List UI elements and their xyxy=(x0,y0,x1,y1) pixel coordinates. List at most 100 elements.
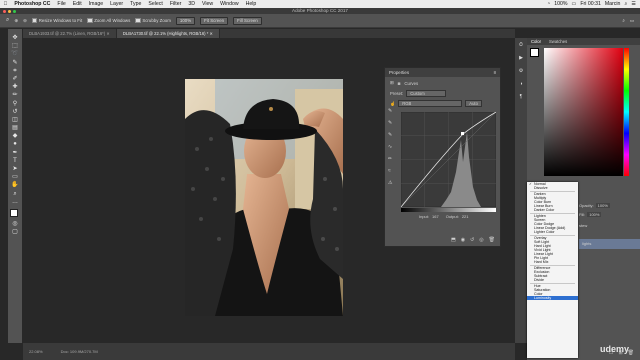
marquee-tool-icon[interactable]: ⬚ xyxy=(11,43,19,49)
sample-gray-icon[interactable]: ✎ xyxy=(388,120,392,126)
quick-mask-icon[interactable]: ◎ xyxy=(11,221,19,227)
hue-slider[interactable] xyxy=(624,48,629,176)
zoom-100-button[interactable]: 100% xyxy=(175,16,196,25)
blur-tool-icon[interactable]: ◆ xyxy=(11,133,19,139)
clone-stamp-tool-icon[interactable]: ⚲ xyxy=(11,101,19,107)
blend-mode-luminosity[interactable]: Luminosity xyxy=(527,296,578,301)
shape-tool-icon[interactable]: ▭ xyxy=(11,174,19,180)
blend-mode-divide[interactable]: Divide xyxy=(527,278,578,282)
tab-document-2[interactable]: DLBA1730.tif @ 22.1% (Highlights, RGB/16… xyxy=(116,29,221,38)
menu-view[interactable]: View xyxy=(198,1,216,7)
visibility-icon[interactable]: ◎ xyxy=(479,237,483,243)
healing-tool-icon[interactable]: ✚ xyxy=(11,84,19,90)
properties-header[interactable]: Properties ≡ xyxy=(385,68,500,77)
tab-document-1[interactable]: DLBA1933.tif @ 22.7% (Linen, RGB/16*) ✕ xyxy=(23,29,117,38)
reset-icon[interactable]: ↺ xyxy=(470,237,474,243)
target-adjust-icon[interactable]: ☝ xyxy=(390,101,395,107)
close-icon[interactable] xyxy=(3,9,6,13)
menu-photoshop[interactable]: Photoshop CC xyxy=(11,1,54,7)
view-previous-icon[interactable]: ◉ xyxy=(461,237,465,243)
blend-mode-dissolve[interactable]: Dissolve xyxy=(527,186,578,190)
foreground-color[interactable] xyxy=(10,208,18,217)
properties-panel-icon[interactable]: ⚙ xyxy=(519,68,523,74)
zoom-tool-icon[interactable]: ⌕ xyxy=(11,191,19,197)
menu-help[interactable]: Help xyxy=(242,1,260,7)
eyedropper-tool-icon[interactable]: ✐ xyxy=(11,76,19,82)
brush-tool-icon[interactable]: ✏ xyxy=(11,92,19,98)
resize-windows-checkbox[interactable]: Resize Windows to Fit xyxy=(31,17,82,24)
crop-tool-icon[interactable]: ⌗ xyxy=(11,68,19,74)
minimize-icon[interactable] xyxy=(8,9,11,13)
paragraph-panel-icon[interactable]: ¶ xyxy=(520,94,523,100)
path-select-tool-icon[interactable]: ➤ xyxy=(11,166,19,172)
type-tool-icon[interactable]: T xyxy=(11,158,19,164)
draw-curve-icon[interactable]: ✏ xyxy=(388,156,392,162)
menu-edit[interactable]: Edit xyxy=(69,1,85,7)
move-tool-icon[interactable]: ✥ xyxy=(11,35,19,41)
tab-swatches[interactable]: Swatches xyxy=(549,38,567,45)
blend-mode-darker-color[interactable]: Darker Color xyxy=(527,208,578,212)
lasso-tool-icon[interactable]: ➰ xyxy=(11,51,19,57)
actions-panel-icon[interactable]: ▶ xyxy=(519,55,523,61)
clock[interactable]: Fri 00:31 xyxy=(580,1,600,7)
zoom-level[interactable]: 22.08% xyxy=(29,349,43,354)
output-value[interactable]: 221 xyxy=(462,214,469,219)
more-tools-icon[interactable]: … xyxy=(11,199,19,205)
curve-point[interactable] xyxy=(461,132,464,135)
quick-select-tool-icon[interactable]: ✎ xyxy=(11,60,19,66)
history-brush-tool-icon[interactable]: ↺ xyxy=(11,109,19,115)
color-swatches[interactable] xyxy=(10,208,21,220)
gradient-tool-icon[interactable]: ▤ xyxy=(11,125,19,131)
eraser-tool-icon[interactable]: ◫ xyxy=(11,117,19,123)
apple-icon[interactable]:  xyxy=(0,1,11,7)
menu-3d[interactable]: 3D xyxy=(185,1,199,7)
menu-layer[interactable]: Layer xyxy=(107,1,127,7)
zoom-all-checkbox[interactable]: Zoom All Windows xyxy=(87,17,130,24)
layer-row-selected[interactable]: lights xyxy=(579,239,640,249)
menu-file[interactable]: File xyxy=(54,1,69,7)
zoom-tool-icon[interactable]: ⌕ xyxy=(6,17,9,24)
history-panel-icon[interactable]: ⏱ xyxy=(519,42,523,48)
auto-button[interactable]: Auto xyxy=(465,100,482,107)
hand-tool-icon[interactable]: ✋ xyxy=(11,182,19,188)
blend-mode-hard-mix[interactable]: Hard Mix xyxy=(527,260,578,264)
fill-screen-button[interactable]: Fill Screen xyxy=(233,16,262,25)
panel-menu-icon[interactable]: ≡ xyxy=(493,68,500,77)
edit-points-icon[interactable]: ∿ xyxy=(388,144,392,150)
battery-icon[interactable]: ▭ xyxy=(571,1,576,7)
workspace-icon[interactable]: ▭ xyxy=(630,18,634,24)
curves-graph[interactable] xyxy=(401,112,496,207)
fit-screen-button[interactable]: Fit Screen xyxy=(200,16,229,25)
zoom-out-icon[interactable]: ⊖ xyxy=(23,18,27,24)
delete-icon[interactable]: 🗑 xyxy=(489,237,495,243)
zoom-in-icon[interactable]: ⊕ xyxy=(14,18,18,24)
menu-image[interactable]: Image xyxy=(85,1,106,7)
wifi-icon[interactable]: ◔ xyxy=(547,1,550,7)
mask-icon[interactable]: ◙ xyxy=(398,81,401,86)
opacity-value[interactable]: 100% xyxy=(595,203,610,208)
user-name[interactable]: Marcin xyxy=(605,1,621,7)
pen-tool-icon[interactable]: ✒ xyxy=(11,150,19,156)
fg-color-swatch[interactable] xyxy=(530,48,539,57)
zoom-icon[interactable] xyxy=(13,9,16,13)
color-picker-field[interactable] xyxy=(544,48,623,176)
adjustments-panel-icon[interactable]: ◑ xyxy=(519,81,522,87)
menu-select[interactable]: Select xyxy=(145,1,166,7)
menu-type[interactable]: Type xyxy=(127,1,145,7)
layer-row[interactable]: stew xyxy=(579,223,587,228)
list-icon[interactable]: ☰ xyxy=(631,1,636,7)
menu-window[interactable]: Window xyxy=(217,1,242,7)
smooth-icon[interactable]: ≈ xyxy=(388,168,392,174)
fill-value[interactable]: 100% xyxy=(587,212,602,217)
sample-black-icon[interactable]: ✎ xyxy=(388,108,392,114)
scrubby-zoom-checkbox[interactable]: Scrubby Zoom xyxy=(135,17,171,24)
search-icon[interactable]: ⌕ xyxy=(622,18,624,24)
menu-filter[interactable]: Filter xyxy=(166,1,185,7)
blend-mode-lighter-color[interactable]: Lighter Color xyxy=(527,230,578,234)
input-value[interactable]: 167 xyxy=(432,214,439,219)
document-image[interactable] xyxy=(185,79,343,316)
search-icon[interactable]: ⌕ xyxy=(624,1,627,8)
clip-to-layer-icon[interactable]: ⬒ xyxy=(451,237,456,243)
channel-select[interactable]: RGB xyxy=(398,100,463,107)
tab-color[interactable]: Color xyxy=(531,38,541,45)
